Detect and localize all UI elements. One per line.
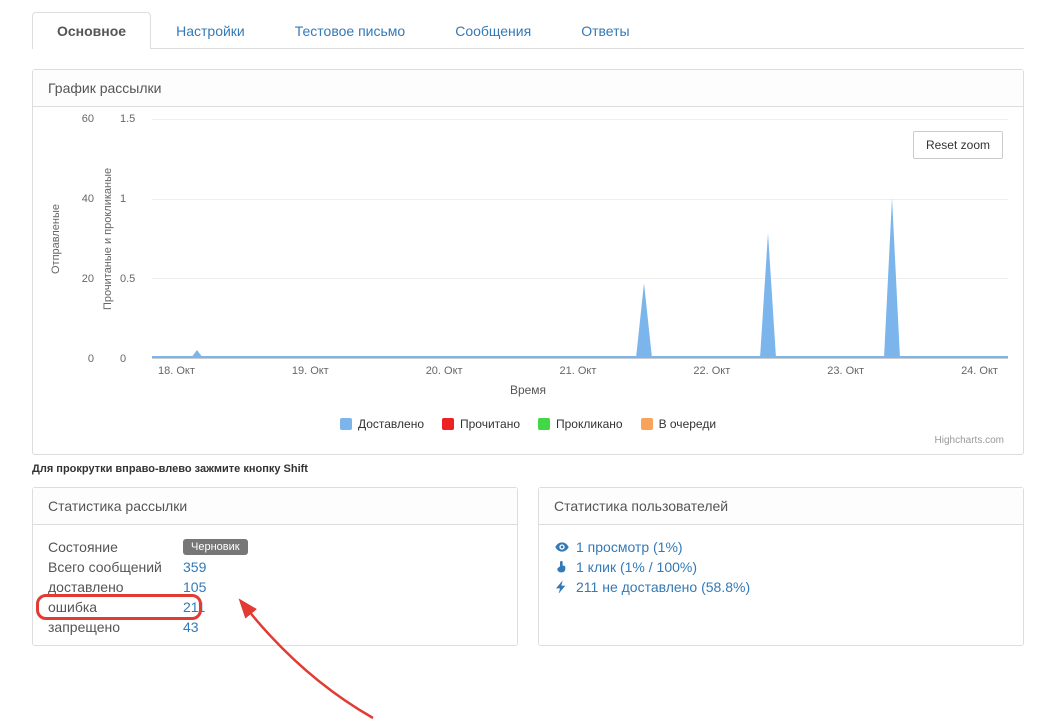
x-tick: 24. Окт xyxy=(961,365,998,377)
stat-label: Состояние xyxy=(48,539,183,555)
swatch-icon xyxy=(442,418,454,430)
baseline-line xyxy=(152,356,1008,358)
user-stats-panel: Статистика пользователей 1 просмотр (1%)… xyxy=(538,487,1024,646)
legend-delivered[interactable]: Доставлено xyxy=(340,417,424,431)
stat-total-link[interactable]: 359 xyxy=(183,559,206,575)
stat-label: запрещено xyxy=(48,619,183,635)
y-left-axis: 0 20 40 60 xyxy=(64,119,100,359)
chart-spike xyxy=(636,283,652,358)
legend-label: В очереди xyxy=(659,417,716,431)
user-stat-label: 1 просмотр (1%) xyxy=(576,539,683,555)
bolt-icon xyxy=(554,579,570,595)
hand-click-icon xyxy=(554,559,570,575)
x-axis: 18. Окт 19. Окт 20. Окт 21. Окт 22. Окт … xyxy=(48,365,1008,377)
y-right-axis: 0 0.5 1 1.5 xyxy=(116,119,152,359)
stat-label: Всего сообщений xyxy=(48,559,183,575)
tab-main[interactable]: Основное xyxy=(32,12,151,49)
state-badge: Черновик xyxy=(183,539,248,555)
y-right-axis-label: Прочитаные и прокликаные xyxy=(100,119,116,359)
mailing-stats-panel: Статистика рассылки Состояние Черновик В… xyxy=(32,487,518,646)
y-right-tick: 0.5 xyxy=(120,273,135,285)
tabs-bar: Основное Настройки Тестовое письмо Сообщ… xyxy=(32,12,1024,49)
swatch-icon xyxy=(538,418,550,430)
y-right-tick: 0 xyxy=(120,353,126,365)
chart-panel-title: График рассылки xyxy=(33,70,1023,107)
user-stat-clicks[interactable]: 1 клик (1% / 100%) xyxy=(554,557,1008,577)
stat-error-link[interactable]: 211 xyxy=(183,599,205,615)
stat-label: ошибка xyxy=(48,599,183,615)
stat-row-blocked: запрещено 43 xyxy=(48,617,502,637)
user-stat-label: 1 клик (1% / 100%) xyxy=(576,559,697,575)
tab-settings[interactable]: Настройки xyxy=(151,12,270,49)
y-left-tick: 0 xyxy=(88,353,94,365)
tab-messages[interactable]: Сообщения xyxy=(430,12,556,49)
user-stat-views[interactable]: 1 просмотр (1%) xyxy=(554,537,1008,557)
chart-spike xyxy=(884,198,900,358)
y-left-tick: 20 xyxy=(82,273,94,285)
chart-plot-area[interactable]: Отправленые 0 20 40 60 Прочитаные и прок… xyxy=(48,119,1008,359)
y-left-tick: 60 xyxy=(82,113,94,125)
user-stat-undelivered[interactable]: 211 не доставлено (58.8%) xyxy=(554,577,1008,597)
y-left-tick: 40 xyxy=(82,193,94,205)
stat-blocked-link[interactable]: 43 xyxy=(183,619,199,635)
x-tick: 21. Окт xyxy=(560,365,597,377)
legend-clicked[interactable]: Прокликано xyxy=(538,417,623,431)
y-right-tick: 1 xyxy=(120,193,126,205)
stat-row-total: Всего сообщений 359 xyxy=(48,557,502,577)
x-tick: 23. Окт xyxy=(827,365,864,377)
legend-label: Прокликано xyxy=(556,417,623,431)
stat-label: доставлено xyxy=(48,579,183,595)
chart-legend: Доставлено Прочитано Прокликано В очеред… xyxy=(48,417,1008,431)
tab-replies[interactable]: Ответы xyxy=(556,12,654,49)
mailing-stats-title: Статистика рассылки xyxy=(33,488,517,525)
tab-test-mail[interactable]: Тестовое письмо xyxy=(270,12,430,49)
chart-panel: График рассылки Reset zoom Отправленые 0… xyxy=(32,69,1024,455)
x-tick: 20. Окт xyxy=(426,365,463,377)
scroll-hint-text: Для прокрутки вправо-влево зажмите кнопк… xyxy=(32,463,1024,475)
x-tick: 18. Окт xyxy=(158,365,195,377)
x-axis-label: Время xyxy=(48,383,1008,397)
stat-row-state: Состояние Черновик xyxy=(48,537,502,557)
legend-queued[interactable]: В очереди xyxy=(641,417,716,431)
plot-surface[interactable] xyxy=(152,119,1008,359)
chart-spike xyxy=(760,233,776,358)
stat-row-delivered: доставлено 105 xyxy=(48,577,502,597)
stat-delivered-link[interactable]: 105 xyxy=(183,579,206,595)
swatch-icon xyxy=(641,418,653,430)
chart-credits-link[interactable]: Highcharts.com xyxy=(48,435,1008,446)
user-stats-title: Статистика пользователей xyxy=(539,488,1023,525)
eye-icon xyxy=(554,539,570,555)
legend-label: Доставлено xyxy=(358,417,424,431)
swatch-icon xyxy=(340,418,352,430)
x-tick: 19. Окт xyxy=(292,365,329,377)
legend-label: Прочитано xyxy=(460,417,520,431)
legend-read[interactable]: Прочитано xyxy=(442,417,520,431)
y-right-tick: 1.5 xyxy=(120,113,135,125)
x-tick: 22. Окт xyxy=(693,365,730,377)
y-left-axis-label: Отправленые xyxy=(48,119,64,359)
stat-row-error: ошибка 211 xyxy=(48,597,502,617)
user-stat-label: 211 не доставлено (58.8%) xyxy=(576,579,750,595)
